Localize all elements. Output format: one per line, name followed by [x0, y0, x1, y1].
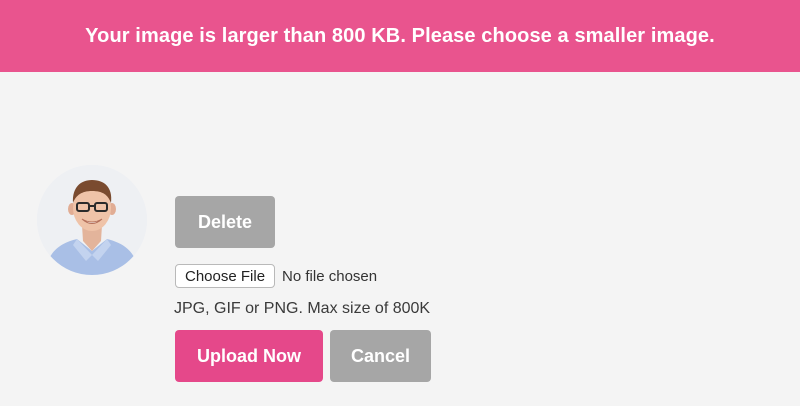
file-status-text: No file chosen: [282, 267, 378, 285]
avatar: [37, 165, 147, 275]
profile-page: file Your image is larger than 800 KB. P…: [0, 0, 800, 406]
file-requirements-hint: JPG, GIF or PNG. Max size of 800K: [174, 300, 431, 317]
upload-now-button[interactable]: Upload Now: [175, 330, 323, 382]
choose-file-button[interactable]: Choose File: [175, 264, 276, 288]
file-input[interactable]: Choose File No file chosen: [175, 264, 377, 288]
cancel-button[interactable]: Cancel: [330, 330, 431, 382]
error-alert-banner: Your image is larger than 800 KB. Please…: [0, 0, 800, 72]
delete-photo-button[interactable]: Delete: [175, 196, 275, 248]
avatar-photo: [37, 165, 147, 275]
alert-message: Your image is larger than 800 KB. Please…: [85, 24, 715, 47]
